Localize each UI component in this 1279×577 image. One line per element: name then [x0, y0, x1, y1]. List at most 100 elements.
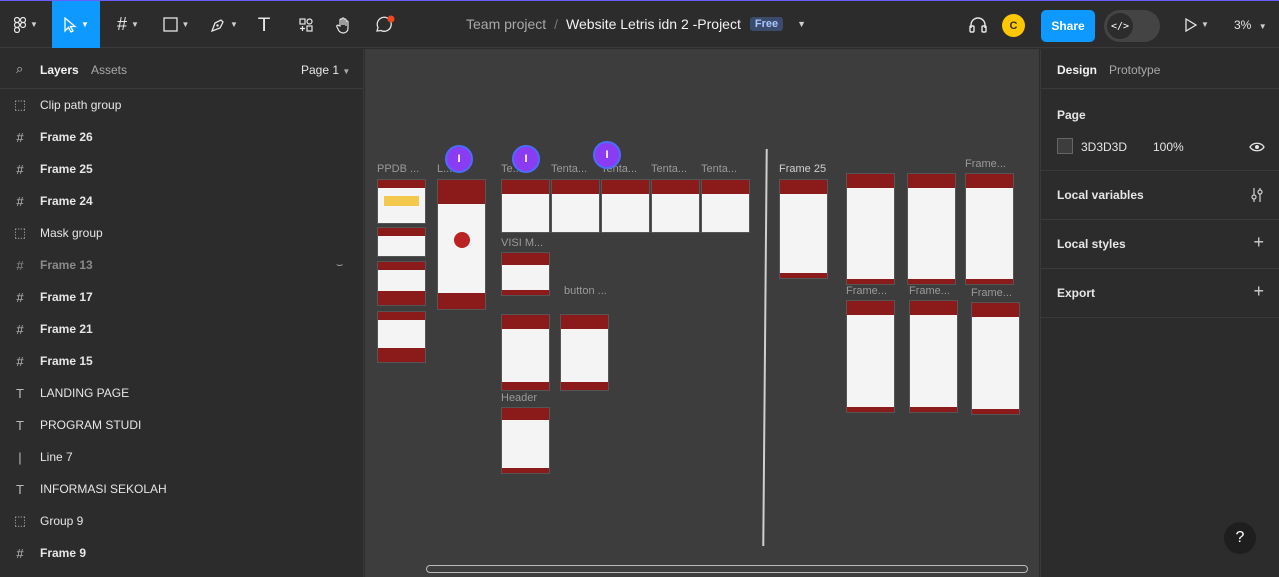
file-name[interactable]: Website Letris idn 2 -Project: [566, 16, 741, 32]
chevron-down-icon: ▼: [230, 20, 238, 29]
frame-label[interactable]: VISI M...: [501, 237, 543, 249]
canvas-frame[interactable]: [846, 300, 895, 413]
rectangle-icon: [162, 17, 178, 32]
bg-color-swatch[interactable]: [1057, 138, 1073, 154]
canvas-frame[interactable]: [971, 302, 1020, 415]
breadcrumb-team[interactable]: Team project: [466, 16, 546, 32]
audio-button[interactable]: [966, 1, 990, 48]
canvas-frame[interactable]: [501, 314, 550, 391]
canvas-frame[interactable]: [907, 173, 956, 285]
layer-row[interactable]: # Frame 25: [0, 153, 364, 185]
main-menu-button[interactable]: ▼: [6, 1, 46, 48]
layer-row[interactable]: # Frame 21: [0, 313, 364, 345]
frame-tool-button[interactable]: # ▼: [108, 1, 148, 48]
frame-footer: [378, 348, 425, 362]
collaborator-cursor: I: [512, 145, 540, 173]
layer-row[interactable]: ⬚ Clip path group: [0, 89, 364, 121]
bg-color-hex[interactable]: 3D3D3D: [1081, 140, 1127, 154]
canvas-frame[interactable]: [560, 314, 609, 391]
eye-icon[interactable]: [1249, 141, 1265, 153]
tab-prototype[interactable]: Prototype: [1109, 63, 1160, 77]
chevron-down-icon: ▼: [342, 67, 351, 76]
frame-label[interactable]: Frame...: [971, 287, 1012, 299]
frame-label[interactable]: Tenta...: [701, 163, 737, 175]
canvas-frame[interactable]: [846, 173, 895, 285]
layer-row[interactable]: # Frame 17: [0, 281, 364, 313]
frame-label[interactable]: PPDB ...: [377, 163, 419, 175]
layer-row[interactable]: # Frame 9: [0, 537, 364, 569]
local-styles-section[interactable]: Local styles +: [1041, 220, 1279, 269]
tab-layers[interactable]: Layers: [40, 63, 79, 77]
layer-name: Clip path group: [40, 98, 122, 112]
layers-panel: ⌕ Layers Assets Page 1 ▼ ⬚ Clip path grou…: [0, 49, 364, 577]
canvas-frame[interactable]: [779, 179, 828, 279]
avatar[interactable]: C: [1002, 14, 1025, 37]
layer-row[interactable]: ⬚ Group 9: [0, 505, 364, 537]
frame-label[interactable]: Tenta...: [651, 163, 687, 175]
layer-row[interactable]: # Frame 24: [0, 185, 364, 217]
tab-assets[interactable]: Assets: [91, 63, 127, 77]
layer-row[interactable]: T LANDING PAGE: [0, 377, 364, 409]
file-menu-chevron-icon[interactable]: ▼: [797, 19, 806, 29]
frame-label[interactable]: Frame...: [965, 158, 1006, 170]
frame-label[interactable]: button ...: [564, 285, 607, 297]
horizontal-scrollbar[interactable]: [426, 565, 1028, 573]
layer-row[interactable]: T INFORMASI SEKOLAH: [0, 473, 364, 505]
code-icon: </>: [1107, 13, 1133, 39]
share-button[interactable]: Share: [1041, 10, 1095, 42]
shape-tool-button[interactable]: ▼: [156, 1, 196, 48]
group-icon: ⬚: [13, 225, 27, 240]
comment-tool-button[interactable]: [370, 1, 398, 48]
canvas-frame[interactable]: [551, 179, 600, 233]
move-tool-button[interactable]: ▼: [52, 1, 100, 48]
layer-row[interactable]: # Frame 13 ⌣: [0, 249, 364, 281]
frame-label[interactable]: Tenta...: [551, 163, 587, 175]
canvas-frame[interactable]: [377, 261, 426, 306]
dev-mode-toggle[interactable]: </>: [1104, 10, 1160, 42]
frame-label[interactable]: Header: [501, 392, 537, 404]
export-section[interactable]: Export +: [1041, 269, 1279, 318]
layer-row[interactable]: # Frame 15: [0, 345, 364, 377]
canvas-frame[interactable]: [501, 179, 550, 233]
bg-opacity[interactable]: 100%: [1153, 140, 1184, 154]
canvas-frame[interactable]: [601, 179, 650, 233]
help-button[interactable]: ?: [1224, 522, 1256, 554]
frame-icon: #: [16, 353, 24, 369]
text-tool-button[interactable]: T: [250, 1, 278, 48]
frame-header: [378, 180, 425, 188]
canvas-frame[interactable]: [377, 227, 426, 257]
canvas-frame[interactable]: [701, 179, 750, 233]
present-button[interactable]: ▼: [1180, 1, 1214, 48]
frame-label[interactable]: Frame...: [909, 285, 950, 297]
canvas-frame[interactable]: [965, 173, 1014, 285]
canvas-frame[interactable]: [501, 407, 550, 474]
plus-icon[interactable]: +: [1253, 232, 1264, 253]
layer-row[interactable]: # Frame 26: [0, 121, 364, 153]
hand-tool-button[interactable]: [330, 1, 358, 48]
frame-header: [561, 315, 608, 329]
frame-label[interactable]: Frame...: [846, 285, 887, 297]
canvas-frame[interactable]: [377, 179, 426, 224]
local-variables-section[interactable]: Local variables: [1041, 171, 1279, 220]
canvas-frame[interactable]: [909, 300, 958, 413]
zoom-menu[interactable]: 3% ▼: [1234, 18, 1267, 32]
search-icon[interactable]: ⌕: [16, 61, 23, 77]
layer-row[interactable]: | Line 7: [0, 441, 364, 473]
layer-row[interactable]: T PROGRAM STUDI: [0, 409, 364, 441]
line-7[interactable]: [762, 148, 768, 547]
resources-tool-button[interactable]: [292, 1, 320, 48]
frame-label[interactable]: Frame 25: [779, 163, 826, 175]
hidden-eye-icon[interactable]: ⌣: [336, 259, 343, 272]
canvas-frame[interactable]: [501, 252, 550, 296]
tab-design[interactable]: Design: [1057, 63, 1097, 77]
canvas-frame[interactable]: [437, 179, 486, 310]
layer-row[interactable]: ⬚ Mask group: [0, 217, 364, 249]
sliders-icon[interactable]: [1250, 187, 1264, 203]
canvas-frame[interactable]: [377, 311, 426, 363]
plus-icon[interactable]: +: [1253, 281, 1264, 302]
chevron-down-icon: ▼: [181, 20, 190, 29]
canvas[interactable]: PPDB ... L... Te... Tenta... Tenta... Te…: [365, 49, 1039, 577]
page-selector[interactable]: Page 1 ▼: [301, 63, 350, 77]
pen-tool-button[interactable]: ▼: [204, 1, 244, 48]
canvas-frame[interactable]: [651, 179, 700, 233]
